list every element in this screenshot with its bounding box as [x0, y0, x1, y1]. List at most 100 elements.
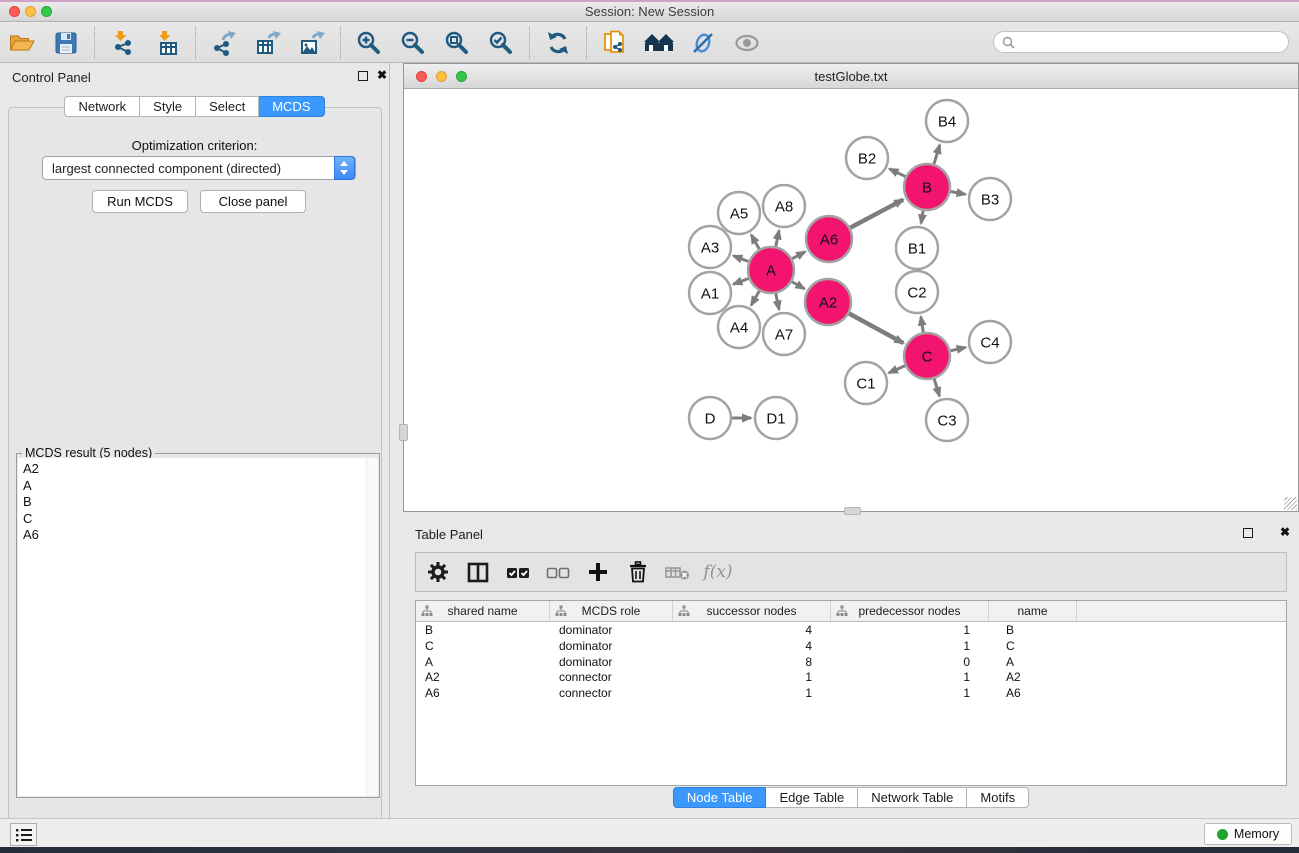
table-row[interactable]: Cdominator41C	[416, 638, 1286, 654]
graph-edge-C-C1[interactable]	[889, 366, 905, 373]
delete-column-icon[interactable]	[620, 555, 656, 589]
graph-node-B3[interactable]: B3	[969, 178, 1011, 220]
graph-edge-A2-C[interactable]	[849, 313, 903, 343]
result-item[interactable]: C	[23, 511, 366, 528]
table-row[interactable]: A6connector11A6	[416, 685, 1286, 701]
deselect-all-icon[interactable]	[540, 555, 576, 589]
graph-edge-C-C3[interactable]	[934, 379, 939, 396]
show-columns-icon[interactable]	[460, 555, 496, 589]
tab-mcds[interactable]: MCDS	[259, 96, 324, 117]
tab-select[interactable]: Select	[196, 96, 259, 117]
result-item[interactable]: A2	[23, 461, 366, 478]
graph-edge-A-A3[interactable]	[733, 256, 748, 262]
table-tab-edge-table[interactable]: Edge Table	[766, 787, 858, 808]
zoom-selected-icon[interactable]	[484, 27, 518, 59]
delete-table-icon[interactable]	[660, 555, 696, 589]
graph-node-A7[interactable]: A7	[763, 313, 805, 355]
graph-edge-A-A1[interactable]	[733, 278, 748, 284]
graph-node-A2[interactable]: A2	[805, 279, 851, 325]
open-session-icon[interactable]	[5, 27, 39, 59]
graph-node-B1[interactable]: B1	[896, 227, 938, 269]
dropdown-stepper[interactable]	[334, 156, 355, 180]
float-panel-icon[interactable]	[1243, 528, 1253, 538]
graph-node-A6[interactable]: A6	[806, 216, 852, 262]
import-table-icon[interactable]	[150, 27, 184, 59]
close-panel-icon[interactable]: ✖	[377, 68, 387, 82]
mcds-result-list[interactable]: A2ABCA6	[18, 458, 366, 796]
result-scrollbar[interactable]	[366, 458, 378, 796]
table-row[interactable]: A2connector11A2	[416, 669, 1286, 685]
graph-node-D1[interactable]: D1	[755, 397, 797, 439]
close-panel-icon[interactable]: ✖	[1280, 525, 1290, 539]
apply-layout-icon[interactable]	[541, 27, 575, 59]
create-column-icon[interactable]	[580, 555, 616, 589]
graph-node-A1[interactable]: A1	[689, 272, 731, 314]
graph-edge-B-B4[interactable]	[934, 145, 940, 164]
graph-edge-A-A4[interactable]	[751, 291, 759, 305]
run-mcds-button[interactable]: Run MCDS	[92, 190, 188, 213]
duplicate-network-icon[interactable]	[598, 27, 632, 59]
graph-node-C1[interactable]: C1	[845, 362, 887, 404]
import-network-icon[interactable]	[106, 27, 140, 59]
export-network-icon[interactable]	[207, 27, 241, 59]
graph-edge-B-B1[interactable]	[921, 211, 923, 224]
eye-icon[interactable]	[730, 27, 764, 59]
graph-node-A4[interactable]: A4	[718, 306, 760, 348]
memory-button[interactable]: Memory	[1204, 823, 1292, 845]
graph-node-B2[interactable]: B2	[846, 137, 888, 179]
close-panel-button[interactable]: Close panel	[200, 190, 306, 213]
result-item[interactable]: B	[23, 494, 366, 511]
table-settings-icon[interactable]	[420, 555, 456, 589]
export-image-icon[interactable]	[295, 27, 329, 59]
zoom-out-icon[interactable]	[396, 27, 430, 59]
vertical-scroll-thumb[interactable]	[399, 424, 408, 441]
graph-node-C[interactable]: C	[904, 333, 950, 379]
column-header-name[interactable]: name	[989, 601, 1077, 621]
toggle-graphics-details-icon[interactable]	[686, 27, 720, 59]
home-icon[interactable]	[642, 27, 676, 59]
export-table-icon[interactable]	[251, 27, 285, 59]
float-panel-icon[interactable]	[358, 71, 368, 81]
graph-node-A[interactable]: A	[748, 247, 794, 293]
select-all-icon[interactable]	[500, 555, 536, 589]
column-header-predecessor-nodes[interactable]: predecessor nodes	[831, 601, 989, 621]
graph-edge-B-B2[interactable]	[890, 169, 906, 177]
graph-node-C4[interactable]: C4	[969, 321, 1011, 363]
graph-node-D[interactable]: D	[689, 397, 731, 439]
save-session-icon[interactable]	[49, 27, 83, 59]
table-tab-network-table[interactable]: Network Table	[858, 787, 967, 808]
network-graph-canvas[interactable]: B4B2BB3A8A5A6A3B1AA1C2A2A4A7C4CC1DD1C3	[404, 89, 1298, 511]
graph-node-C2[interactable]: C2	[896, 271, 938, 313]
horizontal-scroll-thumb[interactable]	[844, 507, 861, 515]
search-input[interactable]	[1015, 33, 1288, 51]
zoom-fit-icon[interactable]	[440, 27, 474, 59]
table-tab-node-table[interactable]: Node Table	[673, 787, 767, 808]
result-item[interactable]: A	[23, 478, 366, 495]
function-builder-icon[interactable]: f(x)	[700, 555, 736, 589]
graph-node-C3[interactable]: C3	[926, 399, 968, 441]
column-header-successor-nodes[interactable]: successor nodes	[673, 601, 831, 621]
graph-node-B4[interactable]: B4	[926, 100, 968, 142]
graph-node-A3[interactable]: A3	[689, 226, 731, 268]
graph-edge-A-A6[interactable]	[792, 252, 805, 259]
graph-edge-B-B3[interactable]	[951, 191, 966, 194]
graph-node-A5[interactable]: A5	[718, 192, 760, 234]
zoom-in-icon[interactable]	[352, 27, 386, 59]
graph-edge-C-C2[interactable]	[921, 317, 923, 333]
graph-edge-A-A2[interactable]	[792, 282, 805, 289]
graph-node-B[interactable]: B	[904, 164, 950, 210]
graph-edge-A-A8[interactable]	[776, 230, 779, 246]
tab-network[interactable]: Network	[64, 96, 140, 117]
column-header-mcds-role[interactable]: MCDS role	[550, 601, 673, 621]
task-history-button[interactable]	[10, 823, 37, 846]
table-row[interactable]: Bdominator41B	[416, 622, 1286, 638]
optimization-criterion-dropdown[interactable]: largest connected component (directed)	[42, 156, 356, 180]
result-item[interactable]: A6	[23, 527, 366, 544]
graph-edge-A-A5[interactable]	[751, 235, 759, 249]
graph-edge-A6-B[interactable]	[850, 200, 903, 228]
graph-edge-A-A7[interactable]	[776, 294, 779, 310]
graph-edge-C-C4[interactable]	[950, 347, 965, 350]
column-header-shared-name[interactable]: shared name	[416, 601, 550, 621]
table-tab-motifs[interactable]: Motifs	[967, 787, 1029, 808]
tab-style[interactable]: Style	[140, 96, 196, 117]
